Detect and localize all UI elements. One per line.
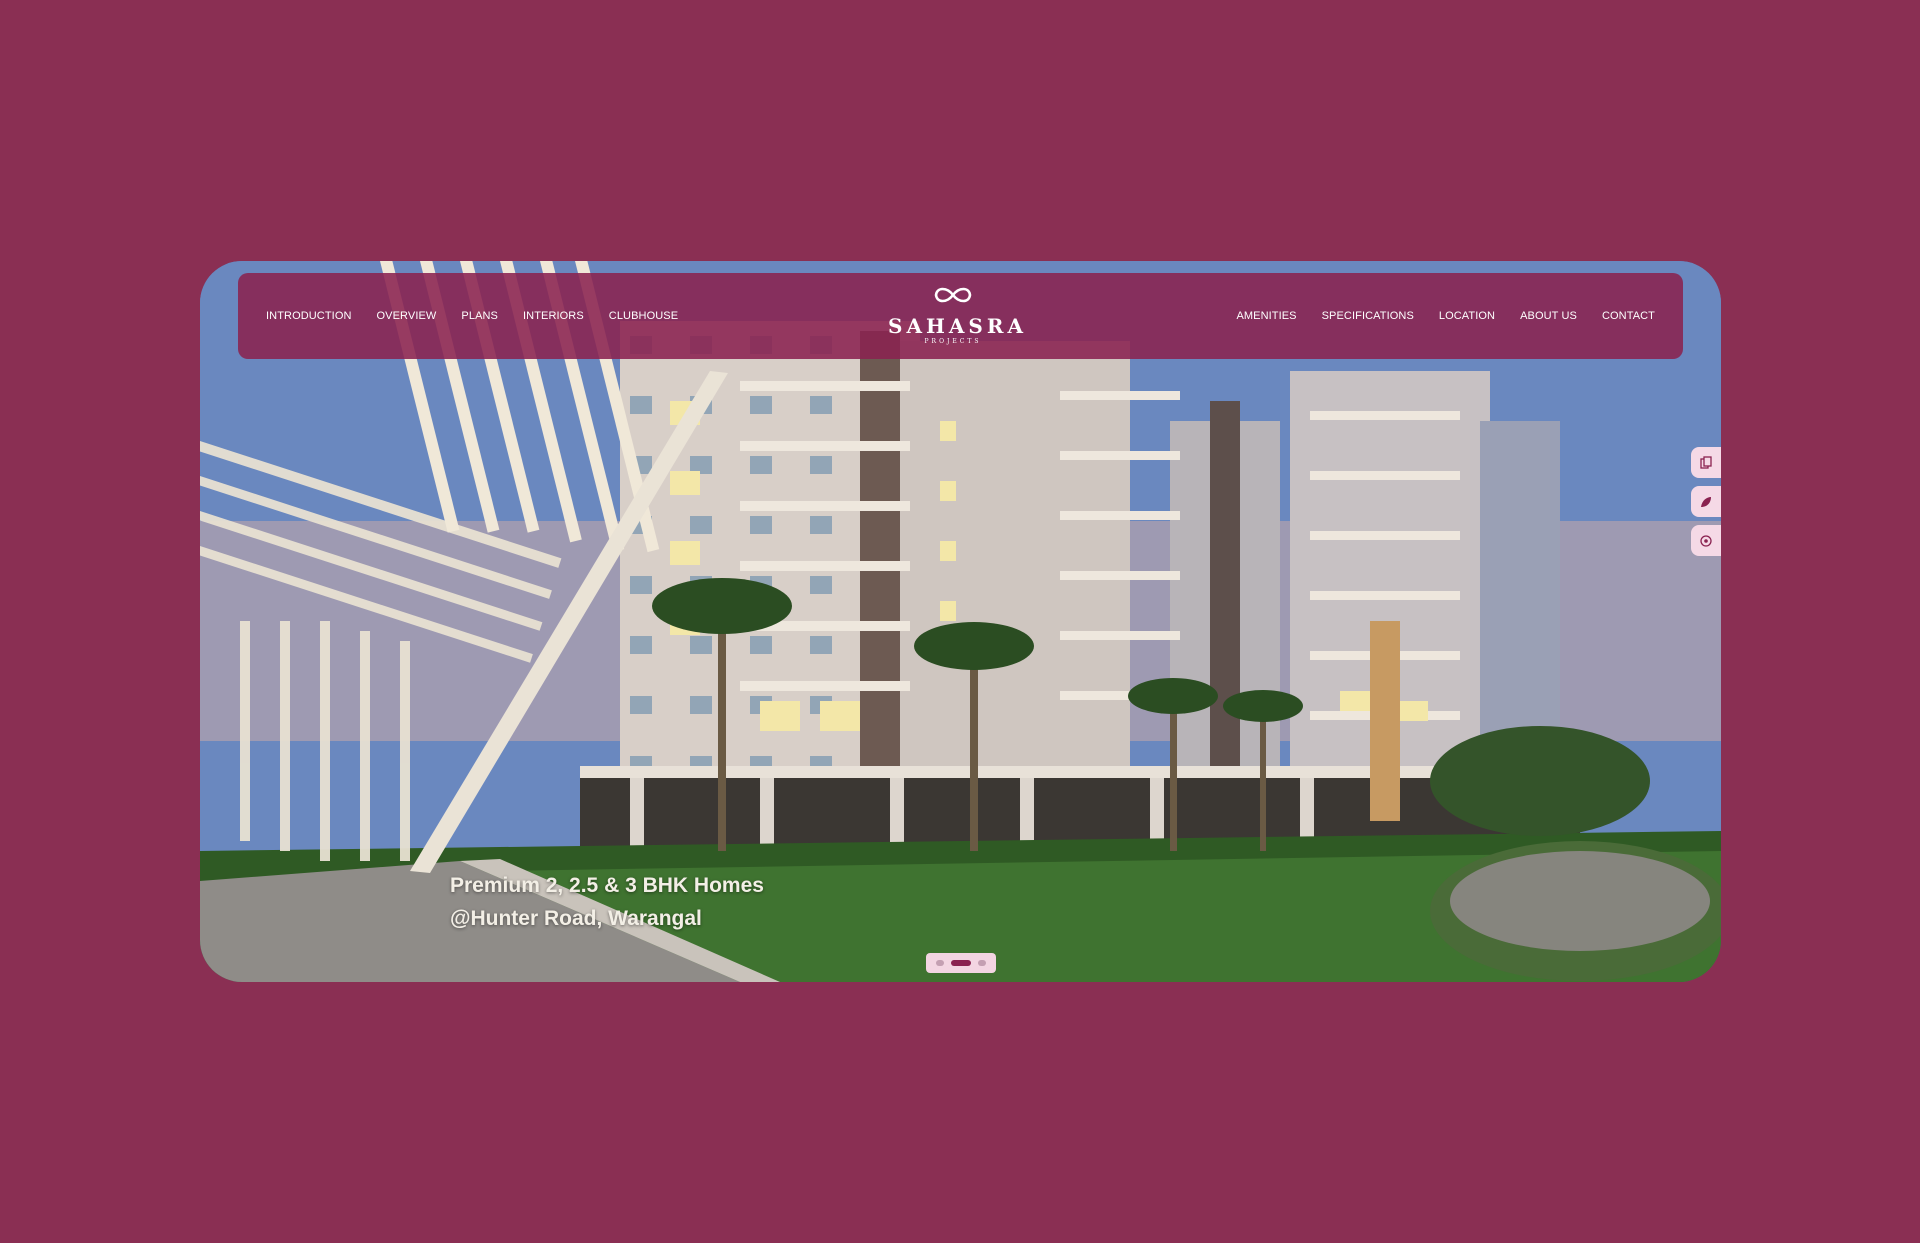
leaf-button[interactable] [1691, 486, 1721, 517]
slider-dot-active[interactable] [951, 960, 971, 966]
nav-introduction[interactable]: INTRODUCTION [266, 310, 352, 322]
nav-contact[interactable]: CONTACT [1602, 310, 1655, 322]
slider-pagination [926, 953, 996, 973]
nav-specifications[interactable]: SPECIFICATIONS [1322, 310, 1414, 322]
nav-left-group: INTRODUCTION OVERVIEW PLANS INTERIORS CL… [266, 273, 678, 359]
hero-headline: Premium 2, 2.5 & 3 BHK Homes [450, 874, 764, 897]
location-button[interactable] [1691, 525, 1721, 556]
logo-subtitle: PROJECTS [924, 338, 982, 345]
brand-logo[interactable]: SAHASRA PROJECTS [888, 283, 1027, 353]
hero-caption: Premium 2, 2.5 & 3 BHK Homes @Hunter Roa… [450, 869, 764, 935]
logo-title: SAHASRA [888, 314, 1027, 338]
brochure-icon [1700, 455, 1712, 469]
nav-right-group: AMENITIES SPECIFICATIONS LOCATION ABOUT … [1236, 273, 1655, 359]
hero-frame: INTRODUCTION OVERVIEW PLANS INTERIORS CL… [200, 261, 1721, 982]
leaf-icon [1701, 496, 1711, 507]
side-toolbar [1691, 447, 1721, 556]
nav-overview[interactable]: OVERVIEW [377, 310, 437, 322]
nav-about-us[interactable]: ABOUT US [1520, 310, 1577, 322]
slider-dot[interactable] [978, 960, 986, 966]
location-icon [1700, 534, 1712, 547]
nav-clubhouse[interactable]: CLUBHOUSE [609, 310, 678, 322]
navbar: INTRODUCTION OVERVIEW PLANS INTERIORS CL… [238, 273, 1683, 359]
nav-amenities[interactable]: AMENITIES [1236, 310, 1296, 322]
nav-plans[interactable]: PLANS [461, 310, 498, 322]
hero-image [200, 261, 1721, 982]
slider-dot[interactable] [936, 960, 944, 966]
infinity-loop-icon [934, 287, 972, 303]
nav-interiors[interactable]: INTERIORS [523, 310, 584, 322]
brochure-button[interactable] [1691, 447, 1721, 478]
nav-location[interactable]: LOCATION [1439, 310, 1495, 322]
hero-location: @Hunter Road, Warangal [450, 907, 702, 930]
